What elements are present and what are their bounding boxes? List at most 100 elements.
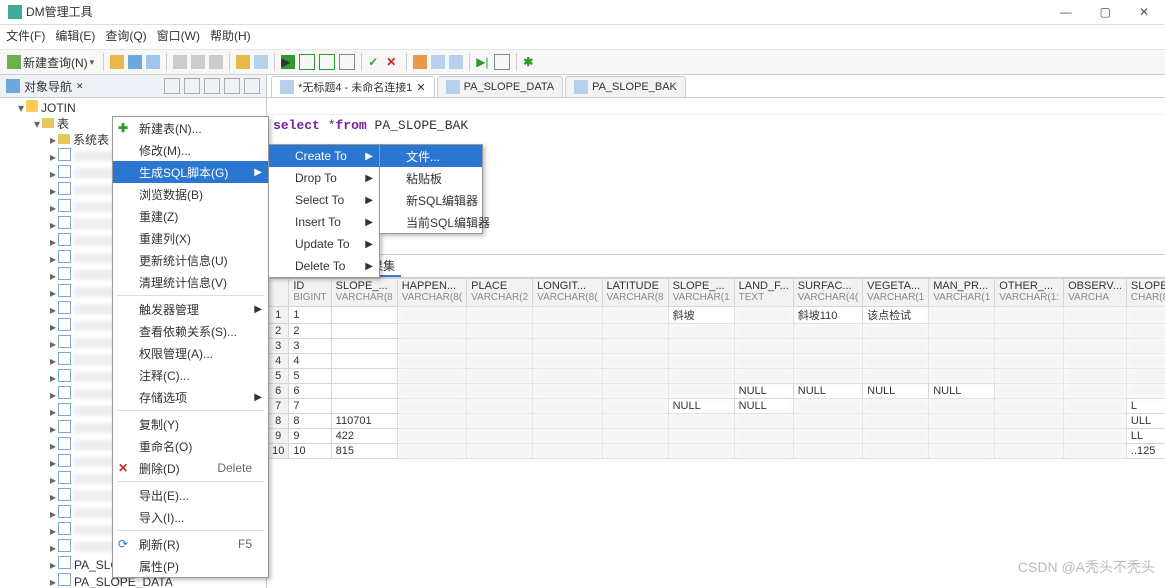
menu-item[interactable]: 文件...: [380, 145, 482, 167]
menu-item[interactable]: Drop To▶: [269, 167, 379, 189]
menu-item[interactable]: 查看依赖关系(S)...: [113, 320, 268, 342]
systables-folder[interactable]: 系统表: [73, 133, 109, 147]
menu-item[interactable]: 帮助(H): [210, 29, 251, 43]
cut-icon[interactable]: [173, 55, 187, 69]
menu-item[interactable]: 注释(C)...: [113, 364, 268, 386]
menu-item[interactable]: 导入(I)...: [113, 506, 268, 528]
toolbar: 新建查询(N) ▾ ▶ ✓ ✕ ▶| ✱: [0, 49, 1165, 75]
menu-item[interactable]: 存储选项▶: [113, 386, 268, 408]
open-icon[interactable]: [110, 55, 124, 69]
menu-item[interactable]: ✚新建表(N)...: [113, 117, 268, 139]
minimize-button[interactable]: —: [1060, 0, 1072, 24]
sql-icon: [446, 80, 460, 94]
menu-item[interactable]: 属性(P): [113, 555, 268, 577]
menu-item[interactable]: 窗口(W): [157, 29, 200, 43]
table-row[interactable]: 44: [268, 354, 1165, 369]
menu-item[interactable]: Update To▶: [269, 233, 379, 255]
delete-icon: ✕: [118, 461, 132, 475]
maximize-button[interactable]: ▢: [1100, 0, 1111, 24]
sidebar-title: 对象导航: [24, 78, 72, 95]
submenu-create-to[interactable]: 文件...粘贴板新SQL编辑器当前SQL编辑器: [379, 144, 483, 234]
new-query-button[interactable]: 新建查询(N) ▾: [4, 53, 97, 72]
menu-item[interactable]: 导出(E)...: [113, 484, 268, 506]
editor-tab[interactable]: PA_SLOPE_BAK: [565, 76, 686, 97]
close-tab-icon[interactable]: ✕: [416, 81, 425, 94]
collapse-icon[interactable]: [224, 78, 240, 94]
menu-item[interactable]: 清理统计信息(V): [113, 271, 268, 293]
submenu-sql-script[interactable]: Create To▶Drop To▶Select To▶Insert To▶Up…: [268, 144, 380, 278]
menubar[interactable]: 文件(F) 编辑(E) 查询(Q) 窗口(W) 帮助(H): [0, 25, 1165, 49]
menu-item[interactable]: Create To▶: [269, 145, 379, 167]
menu-item[interactable]: 修改(M)...: [113, 139, 268, 161]
stop-icon[interactable]: [339, 54, 355, 70]
menu-item[interactable]: 重命名(O): [113, 435, 268, 457]
menu-item[interactable]: ⟳刷新(R)F5: [113, 533, 268, 555]
undo-icon[interactable]: [236, 55, 250, 69]
table-row[interactable]: 77NULLNULLL: [268, 399, 1165, 414]
menu-item[interactable]: 更新统计信息(U): [113, 249, 268, 271]
menu-item[interactable]: 查询(Q): [105, 29, 146, 43]
commit-icon[interactable]: ✓: [368, 55, 382, 69]
tables-folder[interactable]: 表: [57, 117, 69, 131]
refresh-icon: ⟳: [118, 537, 132, 551]
menu-item[interactable]: 重建(Z): [113, 205, 268, 227]
link-icon[interactable]: [184, 78, 200, 94]
menu-item[interactable]: ✕删除(D)Delete: [113, 457, 268, 479]
table-row[interactable]: 55: [268, 369, 1165, 384]
bug-icon[interactable]: ✱: [523, 55, 537, 69]
filter-icon[interactable]: [164, 78, 180, 94]
chart-icon[interactable]: [449, 55, 463, 69]
run-step-icon[interactable]: [299, 54, 315, 70]
sql-icon: [574, 80, 588, 94]
menu-item[interactable]: 当前SQL编辑器: [380, 211, 482, 233]
explain-icon[interactable]: [319, 54, 335, 70]
table-row[interactable]: 11斜坡斜坡110该点检试: [268, 307, 1165, 324]
menu-item[interactable]: 生成SQL脚本(G)▶: [113, 161, 268, 183]
rollback-icon[interactable]: ✕: [386, 55, 400, 69]
table-row[interactable]: 1010815..125: [268, 444, 1165, 459]
next-icon[interactable]: [494, 54, 510, 70]
menu-item[interactable]: 浏览数据(B): [113, 183, 268, 205]
sql-icon: [280, 80, 294, 94]
menu-item[interactable]: 粘贴板: [380, 167, 482, 189]
table-row[interactable]: 88110701ULL: [268, 414, 1165, 429]
save-icon[interactable]: [128, 55, 142, 69]
menu-item[interactable]: Delete To▶: [269, 255, 379, 277]
menu-item[interactable]: 触发器管理▶: [113, 298, 268, 320]
menu-item[interactable]: Insert To▶: [269, 211, 379, 233]
database-icon: [26, 100, 38, 112]
copy-icon[interactable]: [191, 55, 205, 69]
new-query-icon: [7, 55, 21, 69]
save-all-icon[interactable]: [146, 55, 160, 69]
book-icon[interactable]: [413, 55, 427, 69]
pin-icon[interactable]: [244, 78, 260, 94]
paste-icon[interactable]: [209, 55, 223, 69]
window-title: DM管理工具: [26, 0, 93, 24]
table-row[interactable]: 22: [268, 324, 1165, 339]
editor-tab[interactable]: *无标题4 - 未命名连接1 ✕: [271, 76, 435, 97]
table-row[interactable]: 33: [268, 339, 1165, 354]
redo-icon[interactable]: [254, 55, 268, 69]
result-grid[interactable]: IDBIGINTSLOPE_...VARCHAR(8HAPPEN...VARCH…: [267, 278, 1165, 588]
play2-icon[interactable]: ▶|: [476, 55, 490, 69]
context-menu[interactable]: ✚新建表(N)...修改(M)...生成SQL脚本(G)▶浏览数据(B)重建(Z…: [112, 116, 269, 578]
db-node[interactable]: JOTIN: [41, 101, 76, 115]
menu-item[interactable]: 新SQL编辑器: [380, 189, 482, 211]
app-icon: [8, 5, 22, 19]
menu-item[interactable]: 文件(F): [6, 29, 45, 43]
editor-tabs[interactable]: *无标题4 - 未命名连接1 ✕PA_SLOPE_DATAPA_SLOPE_BA…: [267, 75, 1165, 98]
menu-item[interactable]: Select To▶: [269, 189, 379, 211]
menu-item[interactable]: 复制(Y): [113, 413, 268, 435]
menu-item[interactable]: 权限管理(A)...: [113, 342, 268, 364]
table-row[interactable]: 99422LL: [268, 429, 1165, 444]
close-button[interactable]: ✕: [1139, 0, 1149, 24]
run-icon[interactable]: ▶: [281, 55, 295, 69]
watermark: CSDN @A秃头不秃头: [1018, 557, 1155, 577]
table-row[interactable]: 66NULLNULLNULLNULL: [268, 384, 1165, 399]
menu-item[interactable]: 编辑(E): [55, 29, 95, 43]
grid-icon[interactable]: [431, 55, 445, 69]
nav-icon: [6, 79, 20, 93]
editor-tab[interactable]: PA_SLOPE_DATA: [437, 76, 563, 97]
edit-icon[interactable]: [204, 78, 220, 94]
menu-item[interactable]: 重建列(X): [113, 227, 268, 249]
